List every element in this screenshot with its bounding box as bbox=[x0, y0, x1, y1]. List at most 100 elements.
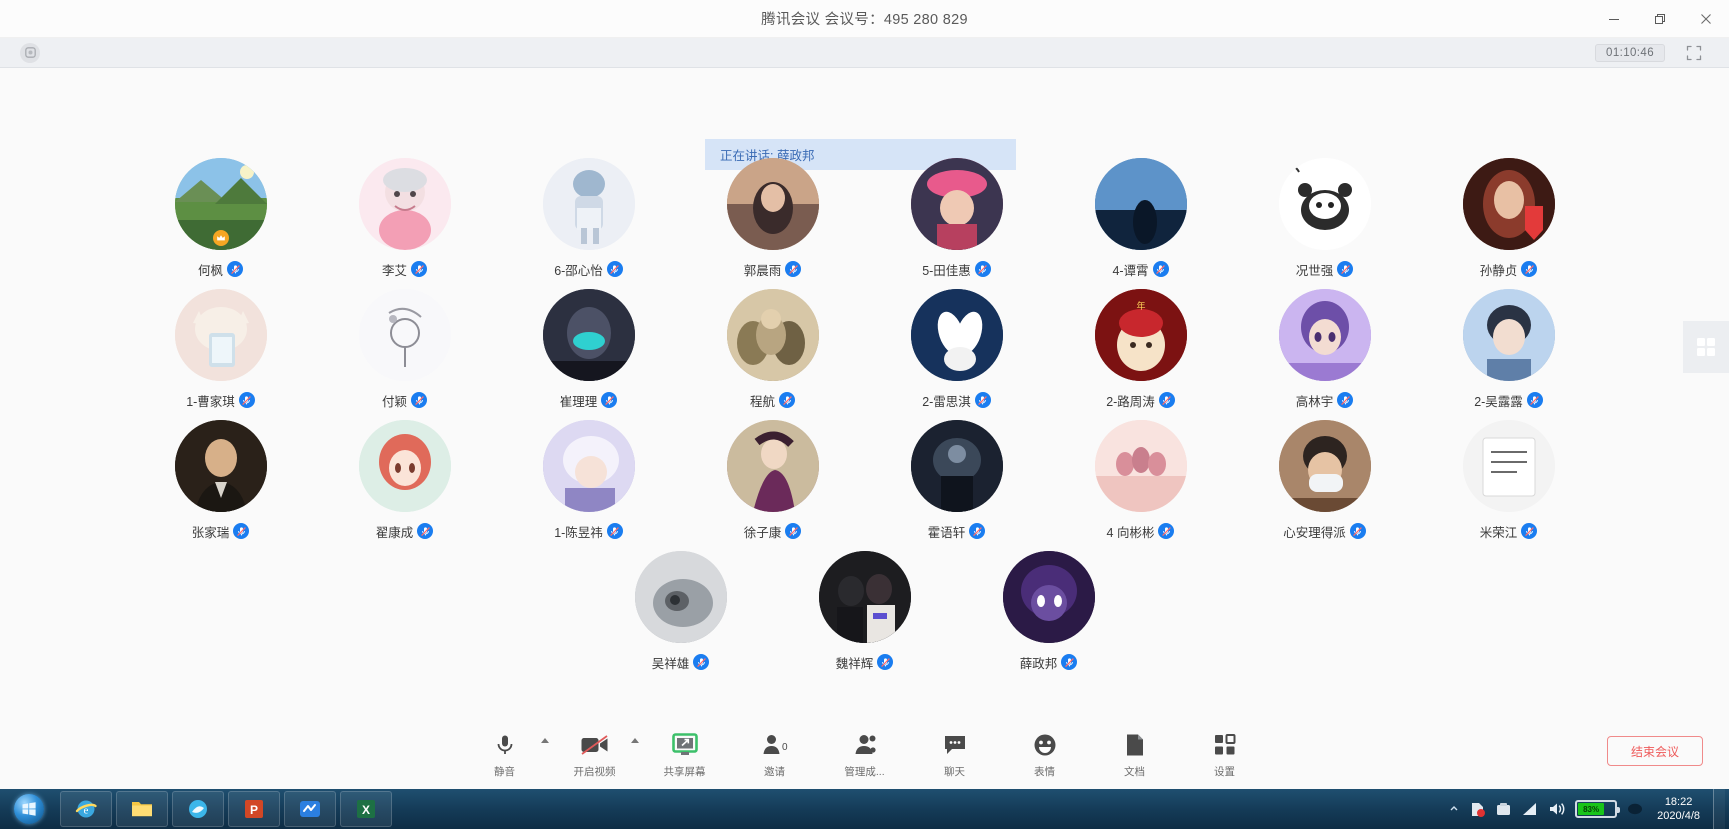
participant-tile[interactable]: 程航 bbox=[698, 289, 848, 410]
toolbar-chat-button[interactable]: 聊天 bbox=[925, 730, 985, 779]
tray-security-icon[interactable] bbox=[1469, 801, 1486, 818]
participant-tile[interactable]: 霍语轩 bbox=[882, 420, 1032, 541]
mic-muted-icon bbox=[601, 392, 618, 408]
avatar-image bbox=[726, 158, 819, 250]
toolbar-item-label: 共享屏幕 bbox=[663, 765, 706, 778]
participant-tile[interactable]: 心安理得派 bbox=[1250, 420, 1400, 541]
mic-muted-icon bbox=[1158, 523, 1175, 539]
avatar bbox=[910, 420, 1003, 512]
participant-name: 2-路周涛 bbox=[1106, 394, 1155, 409]
taskbar-item-internet-explorer[interactable]: e bbox=[60, 791, 112, 827]
participant-tile[interactable]: 李艾 bbox=[330, 158, 480, 279]
mic-muted-icon bbox=[969, 523, 986, 539]
participant-tile[interactable]: 张家瑞 bbox=[146, 420, 296, 541]
avatar bbox=[818, 551, 911, 643]
participant-tile[interactable]: 1-曹家琪 bbox=[146, 289, 296, 410]
participant-name: 孙静贞 bbox=[1479, 263, 1518, 278]
minimize-button[interactable] bbox=[1591, 0, 1637, 38]
participant-tile[interactable]: 2-吴露露 bbox=[1434, 289, 1584, 410]
taskbar-item-browser[interactable] bbox=[172, 791, 224, 827]
meeting-app-icon bbox=[300, 801, 320, 817]
participant-tile[interactable]: 魏祥辉 bbox=[790, 551, 940, 672]
participant-tile[interactable]: 崔理理 bbox=[514, 289, 664, 410]
toolbar-share-screen-button[interactable]: 共享屏幕 bbox=[655, 730, 715, 779]
taskbar-item-meeting-app[interactable] bbox=[284, 791, 336, 827]
participant-tile[interactable]: 高林宇 bbox=[1250, 289, 1400, 410]
participant-tile[interactable]: 孙静贞 bbox=[1434, 158, 1584, 279]
participant-tile[interactable]: 6-邵心怡 bbox=[514, 158, 664, 279]
participant-tile[interactable]: 何枫 bbox=[146, 158, 296, 279]
show-desktop-button[interactable] bbox=[1713, 789, 1725, 829]
toolbar-emoji-button[interactable]: 表情 bbox=[1015, 730, 1075, 779]
participants-stage: 正在讲话: 薛政邦 何枫 李艾 6-邵心怡 郭晨雨 5-田佳惠 4-谭霄 况世强 孙静贞 1-… bbox=[0, 68, 1729, 719]
avatar bbox=[910, 289, 1003, 381]
participant-tile[interactable]: 徐子康 bbox=[698, 420, 848, 541]
avatar bbox=[174, 158, 267, 250]
chevron-up-icon[interactable] bbox=[630, 737, 639, 743]
fullscreen-icon[interactable] bbox=[1681, 42, 1707, 64]
participant-tile[interactable]: 4-谭霄 bbox=[1066, 158, 1216, 279]
participant-tile[interactable]: 4 向彬彬 bbox=[1066, 420, 1216, 541]
participant-name: 1-曹家琪 bbox=[186, 394, 235, 409]
participant-tile[interactable]: 薛政邦 bbox=[974, 551, 1124, 672]
taskbar-clock[interactable]: 18:22 2020/4/8 bbox=[1657, 795, 1700, 823]
toolbar-video-off-button[interactable]: 开启视频 bbox=[565, 730, 639, 779]
layout-switch-handle[interactable] bbox=[1683, 321, 1729, 373]
battery-indicator[interactable]: 83% bbox=[1575, 800, 1621, 818]
chevron-up-icon[interactable] bbox=[540, 737, 549, 743]
tray-extra-icon[interactable] bbox=[1626, 802, 1644, 816]
participant-tile[interactable]: 1-陈昱祎 bbox=[514, 420, 664, 541]
toolbar-settings-grid-button[interactable]: 设置 bbox=[1195, 730, 1255, 779]
participant-name: 霍语轩 bbox=[927, 525, 966, 540]
participant-name-row: 1-曹家琪 bbox=[186, 390, 255, 410]
toolbar-manage-members-button[interactable]: 管理成... bbox=[835, 730, 895, 779]
tray-network-icon[interactable] bbox=[1521, 802, 1539, 817]
participant-tile[interactable]: 付颖 bbox=[330, 289, 480, 410]
end-meeting-button[interactable]: 结束会议 bbox=[1607, 736, 1703, 766]
taskbar-item-file-explorer[interactable] bbox=[116, 791, 168, 827]
svg-text:P: P bbox=[250, 803, 258, 817]
share-screen-icon bbox=[671, 730, 698, 760]
tray-volume-icon[interactable] bbox=[1548, 801, 1566, 817]
restore-button[interactable] bbox=[1637, 0, 1683, 38]
svg-text:0: 0 bbox=[782, 742, 788, 753]
participant-name-row: 1-陈昱祎 bbox=[554, 521, 623, 541]
participant-row: 何枫 李艾 6-邵心怡 郭晨雨 5-田佳惠 4-谭霄 况世强 孙静贞 bbox=[0, 158, 1729, 279]
taskbar-item-powerpoint[interactable]: P bbox=[228, 791, 280, 827]
participant-tile[interactable]: 郭晨雨 bbox=[698, 158, 848, 279]
toolbar-document-button[interactable]: 文档 bbox=[1105, 730, 1165, 779]
participant-tile[interactable]: 吴祥雄 bbox=[606, 551, 756, 672]
close-button[interactable] bbox=[1683, 0, 1729, 38]
participant-tile[interactable]: 5-田佳惠 bbox=[882, 158, 1032, 279]
toolbar-item-label: 聊天 bbox=[944, 765, 965, 778]
avatar bbox=[1278, 289, 1371, 381]
mic-muted-icon bbox=[877, 654, 894, 670]
mic-muted-icon bbox=[1521, 523, 1538, 539]
record-icon[interactable] bbox=[20, 42, 40, 63]
avatar-image bbox=[1278, 289, 1371, 381]
clock-time: 18:22 bbox=[1664, 796, 1693, 808]
toolbar-microphone-button[interactable]: 静音 bbox=[475, 730, 549, 779]
restore-icon bbox=[1655, 14, 1665, 24]
avatar-image bbox=[726, 289, 819, 381]
participant-tile[interactable]: 年 2-路周涛 bbox=[1066, 289, 1216, 410]
taskbar-item-excel[interactable]: X bbox=[340, 791, 392, 827]
start-button[interactable] bbox=[0, 789, 58, 829]
avatar-image bbox=[1094, 158, 1187, 250]
toolbar-item-label: 设置 bbox=[1214, 765, 1235, 778]
participant-tile[interactable]: 米荣江 bbox=[1434, 420, 1584, 541]
participant-tile[interactable]: 况世强 bbox=[1250, 158, 1400, 279]
participant-tile[interactable]: 2-雷思淇 bbox=[882, 289, 1032, 410]
toolbar-invite-button[interactable]: 0 邀请 bbox=[745, 730, 805, 779]
tray-app-icon[interactable] bbox=[1495, 801, 1512, 818]
participant-name-row: 薛政邦 bbox=[1020, 652, 1078, 672]
tray-expand-icon[interactable] bbox=[1448, 803, 1460, 815]
avatar-image bbox=[1002, 551, 1095, 643]
avatar-image bbox=[910, 158, 1003, 250]
battery-percent: 83% bbox=[1583, 804, 1600, 814]
svg-text:e: e bbox=[84, 805, 89, 817]
participant-tile[interactable]: 翟康成 bbox=[330, 420, 480, 541]
host-badge-icon bbox=[212, 230, 229, 246]
participant-name: 4 向彬彬 bbox=[1106, 525, 1155, 540]
avatar bbox=[910, 158, 1003, 250]
